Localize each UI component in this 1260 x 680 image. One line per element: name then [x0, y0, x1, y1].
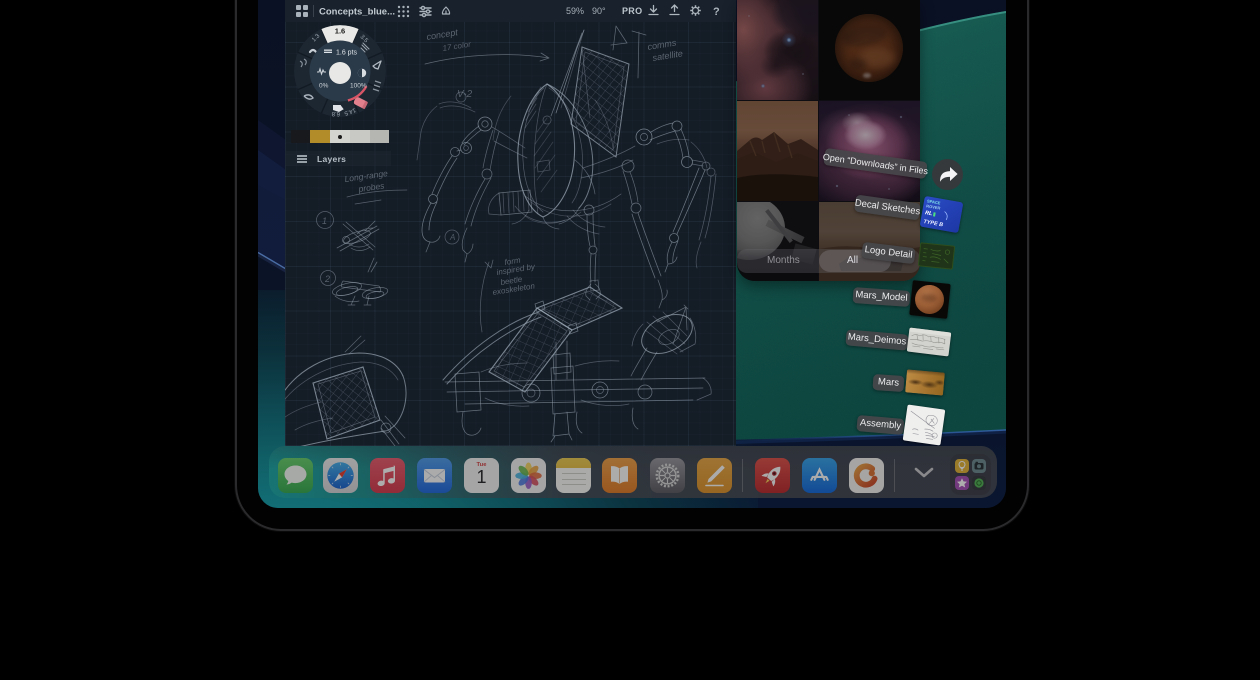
svg-text:59%: 59% [566, 6, 584, 16]
svg-text:ROVER: ROVER [926, 203, 941, 210]
svg-text:1: 1 [322, 216, 327, 226]
svg-text:6.8: 6.8 [331, 110, 340, 116]
svg-text:90°: 90° [592, 6, 606, 16]
svg-text:PRO: PRO [622, 6, 642, 16]
svg-text:1.6 pts: 1.6 pts [336, 50, 358, 57]
svg-text:exoskeleton: exoskeleton [492, 281, 536, 297]
svg-text:V-2: V-2 [457, 89, 473, 100]
svg-text:100%: 100% [350, 83, 367, 90]
svg-text:concept: concept [426, 27, 459, 42]
svg-text:Concepts_blue...: Concepts_blue... [319, 7, 395, 18]
svg-text:TYPE B: TYPE B [923, 219, 944, 228]
svg-text:17 color: 17 color [442, 40, 472, 53]
svg-text:1.6: 1.6 [335, 27, 345, 36]
svg-text:?: ? [713, 6, 720, 18]
svg-text:2: 2 [324, 274, 330, 284]
svg-text:A: A [449, 233, 455, 242]
svg-text:0%: 0% [319, 83, 329, 90]
svg-text:▮: ▮ [932, 212, 936, 218]
